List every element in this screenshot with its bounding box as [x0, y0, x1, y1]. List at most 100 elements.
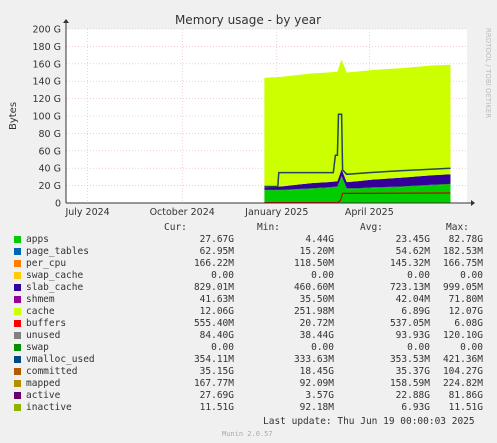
- y-tick-label: 80 G: [39, 129, 61, 140]
- legend-swatch: [14, 356, 21, 363]
- munin-version: Munin 2.0.57: [222, 430, 273, 438]
- legend-row-buffers: buffers 555.40M 20.72M 537.05M 6.08G: [0, 318, 497, 330]
- y-tick-label: 0: [55, 199, 61, 210]
- legend-row-unused: unused 84.40G 38.44G 93.93G 120.10G: [0, 330, 497, 342]
- legend-max: 421.36M: [442, 354, 483, 365]
- legend-swatch: [14, 248, 21, 255]
- legend-min: 251.98M: [293, 306, 334, 317]
- rrdtool-credit: RRDTOOL / TOBI OETIKER: [484, 28, 492, 118]
- legend-max: 81.86G: [448, 390, 483, 401]
- legend-min: 4.44G: [305, 234, 334, 245]
- legend-max: 224.82M: [442, 378, 483, 389]
- legend-cur: 0.00: [211, 342, 234, 353]
- legend-min: 35.50M: [299, 294, 334, 305]
- legend-cur: 27.69G: [199, 390, 234, 401]
- y-tick-label: 200 G: [32, 25, 61, 36]
- legend-swatch: [14, 368, 21, 375]
- legend-cur: 166.22M: [193, 258, 234, 269]
- legend-min: 0.00: [311, 270, 334, 281]
- legend-min: 18.45G: [299, 366, 334, 377]
- legend-swatch: [14, 284, 21, 291]
- legend-header-max: Max:: [446, 222, 469, 233]
- x-axis-arrow: [471, 200, 475, 206]
- legend-max: 82.78G: [448, 234, 483, 245]
- legend-max: 12.07G: [448, 306, 483, 317]
- legend-max: 166.75M: [442, 258, 483, 269]
- legend-swatch: [14, 320, 21, 327]
- legend-cur: 12.06G: [199, 306, 234, 317]
- legend-min: 92.18M: [299, 402, 334, 413]
- y-tick-label: 20 G: [39, 181, 61, 192]
- legend-cur: 354.11M: [193, 354, 234, 365]
- legend-row-apps: apps 27.67G 4.44G 23.45G 82.78G: [0, 234, 497, 246]
- last-update: Last update: Thu Jun 19 00:00:03 2025: [263, 416, 475, 427]
- legend-name: cache: [26, 306, 55, 317]
- legend-swatch: [14, 236, 21, 243]
- legend-max: 11.51G: [448, 402, 483, 413]
- y-tick-label: 100 G: [32, 112, 61, 123]
- legend-row-swap: swap 0.00 0.00 0.00 0.00: [0, 342, 497, 354]
- x-tick-label: April 2025: [345, 207, 394, 218]
- legend-max: 182.53M: [442, 246, 483, 257]
- x-tick-label: July 2024: [64, 207, 109, 218]
- legend-name: apps: [26, 234, 49, 245]
- legend-min: 460.60M: [293, 282, 334, 293]
- legend-max: 120.10G: [442, 330, 483, 341]
- legend-max: 71.80M: [448, 294, 483, 305]
- legend-row-mapped: mapped 167.77M 92.09M 158.59M 224.82M: [0, 378, 497, 390]
- y-tick-label: 180 G: [32, 42, 61, 53]
- legend-cur: 0.00: [211, 270, 234, 281]
- legend-name: swap_cache: [26, 270, 84, 281]
- legend-name: committed: [26, 366, 78, 377]
- legend-swatch: [14, 404, 21, 411]
- legend-name: inactive: [26, 402, 72, 413]
- legend-min: 333.63M: [293, 354, 334, 365]
- legend-header-min: Min:: [257, 222, 280, 233]
- legend-header-avg: Avg:: [360, 222, 383, 233]
- y-axis-arrow: [63, 19, 69, 23]
- legend-name: mapped: [26, 378, 61, 389]
- legend-min: 38.44G: [299, 330, 334, 341]
- legend-swatch: [14, 296, 21, 303]
- legend-swatch: [14, 332, 21, 339]
- legend-cur: 62.95M: [199, 246, 234, 257]
- legend-cur: 829.01M: [193, 282, 234, 293]
- legend-cur: 555.40M: [193, 318, 234, 329]
- y-tick-label: 140 G: [32, 77, 61, 88]
- legend-min: 118.50M: [293, 258, 334, 269]
- legend-min: 0.00: [311, 342, 334, 353]
- legend-row-vmalloc-used: vmalloc_used 354.11M 333.63M 353.53M 421.36M: [0, 354, 497, 366]
- legend-cur: 84.40G: [199, 330, 234, 341]
- legend-swatch: [14, 344, 21, 351]
- y-tick-label: 40 G: [39, 164, 61, 175]
- legend-max: 999.05M: [442, 282, 483, 293]
- legend-name: buffers: [26, 318, 67, 329]
- legend-min: 3.57G: [305, 390, 334, 401]
- legend-row-shmem: shmem 41.63M 35.50M 42.04M 71.80M: [0, 294, 497, 306]
- legend-row-committed: committed 35.15G 18.45G 35.37G 104.27G: [0, 366, 497, 378]
- legend-row-cache: cache 12.06G 251.98M 6.89G 12.07G: [0, 306, 497, 318]
- y-tick-label: 60 G: [39, 146, 61, 157]
- legend-name: shmem: [26, 294, 55, 305]
- legend-name: unused: [26, 330, 61, 341]
- legend-name: slab_cache: [26, 282, 84, 293]
- y-tick-label: 120 G: [32, 94, 61, 105]
- legend-name: vmalloc_used: [26, 354, 95, 365]
- legend-min: 20.72M: [299, 318, 334, 329]
- legend-min: 92.09M: [299, 378, 334, 389]
- legend-swatch: [14, 392, 21, 399]
- y-axis-label: Bytes: [8, 102, 19, 130]
- legend-max: 0.00: [460, 342, 483, 353]
- x-tick-label: October 2024: [150, 207, 215, 218]
- area-unused: [264, 59, 451, 188]
- chart-title: Memory usage - by year: [175, 13, 321, 27]
- legend-name: active: [26, 390, 61, 401]
- legend-swatch: [14, 380, 21, 387]
- legend-row-page-tables: page_tables 62.95M 15.20M 54.62M 182.53M: [0, 246, 497, 258]
- legend-cur: 35.15G: [199, 366, 234, 377]
- x-tick-label: January 2025: [244, 207, 308, 218]
- legend-row-inactive: inactive 11.51G 92.18M 6.93G 11.51G: [0, 402, 497, 414]
- legend-min: 15.20M: [299, 246, 334, 257]
- legend-cur: 41.63M: [199, 294, 234, 305]
- legend-max: 104.27G: [442, 366, 483, 377]
